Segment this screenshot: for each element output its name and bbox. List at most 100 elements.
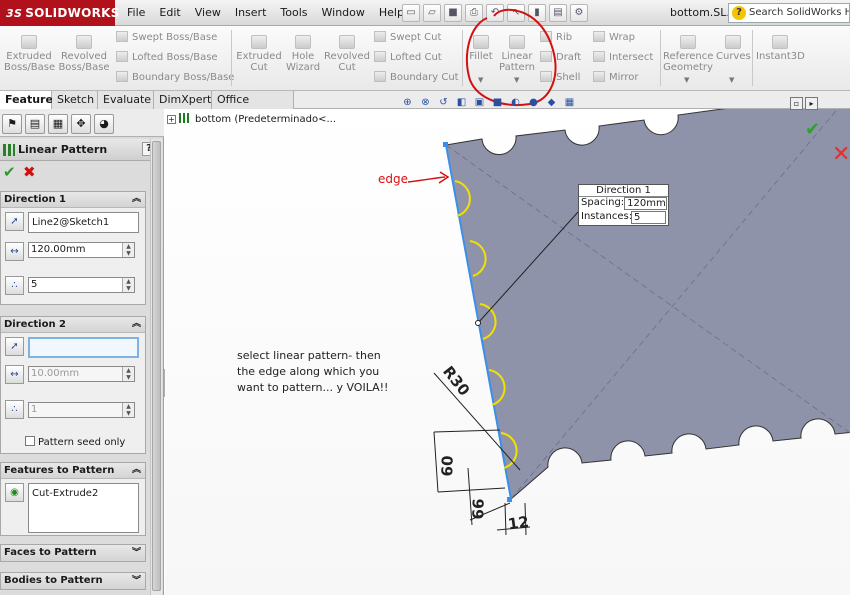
feature-tree-tab-icon[interactable]: ⚑ [2, 114, 22, 134]
pattern-dropdown-icon[interactable]: ▼ [514, 76, 519, 84]
menu-tools[interactable]: Tools [273, 0, 314, 26]
solidworks-logo[interactable]: 3S SOLIDWORKS [0, 0, 119, 26]
part-face[interactable] [445, 109, 850, 500]
collapse-chevron-icon[interactable]: ︽ [132, 463, 141, 478]
view-settings-icon[interactable]: ▦ [562, 95, 577, 110]
cancel-x-icon[interactable]: ✖ [23, 164, 39, 180]
revolved-boss-button[interactable]: Revolved Boss/Base [58, 35, 110, 73]
curves-dropdown-icon[interactable]: ▼ [729, 76, 734, 84]
menu-file[interactable]: File [120, 0, 152, 26]
shell-button[interactable]: Shell [540, 71, 580, 84]
options-gear-icon[interactable]: ⚙ [570, 4, 588, 22]
lofted-cut-button[interactable]: Lofted Cut [374, 51, 442, 64]
hole-wizard-button[interactable]: Hole Wizard [284, 35, 322, 73]
rib-button[interactable]: Rib [540, 31, 572, 44]
tab-evaluate[interactable]: Evaluate [98, 91, 154, 109]
undo-icon[interactable]: ↶ [486, 4, 504, 22]
spin-arrows-icon[interactable]: ▲ ▼ [122, 243, 134, 257]
configuration-tab-icon[interactable]: ▦ [48, 114, 68, 134]
reference-geometry-dropdown-icon[interactable]: ▼ [684, 76, 689, 84]
reference-geometry-button[interactable]: Reference Geometry [663, 35, 713, 73]
file-properties-icon[interactable]: ▤ [549, 4, 567, 22]
open-folder-icon[interactable]: ▱ [423, 4, 441, 22]
extruded-boss-button[interactable]: Extruded Boss/Base [4, 35, 55, 73]
fillet-dropdown-icon[interactable]: ▼ [478, 76, 483, 84]
curves-button[interactable]: Curves [716, 35, 751, 62]
tab-office-products[interactable]: Office Products [212, 91, 294, 123]
tab-dimxpert[interactable]: DimXpert [154, 91, 212, 109]
panel-scrollbar[interactable] [150, 139, 162, 595]
direction1-header[interactable]: Direction 1 ︽ [1, 192, 145, 208]
faces-to-pattern-header[interactable]: Faces to Pattern ︾ [0, 544, 146, 562]
intersect-button[interactable]: Intersect [593, 51, 653, 64]
rebuild-icon[interactable]: ▮ [528, 4, 546, 22]
direction1-edge-field[interactable]: Line2@Sketch1 [28, 212, 139, 233]
fillet-button[interactable]: Fillet [465, 35, 497, 62]
select-arrow-icon[interactable]: ↖ [507, 4, 525, 22]
lofted-boss-button[interactable]: Lofted Boss/Base [116, 51, 218, 64]
direction2-edge-field[interactable] [28, 337, 139, 358]
direction2-instances-field[interactable]: 1 ▲ ▼ [28, 402, 135, 418]
instant3d-button[interactable]: Instant3D [756, 35, 805, 62]
menu-edit[interactable]: Edit [152, 0, 187, 26]
feature-tree-root[interactable]: + bottom (Predeterminado<... [167, 113, 336, 125]
callout-spacing-value[interactable]: 120mm [624, 197, 667, 210]
property-manager-tab-icon[interactable]: ▤ [25, 114, 45, 134]
draft-button[interactable]: Draft [540, 51, 581, 64]
save-icon[interactable]: ■ [444, 4, 462, 22]
collapse-chevron-icon[interactable]: ︽ [132, 192, 141, 207]
mirror-button[interactable]: Mirror [593, 71, 638, 84]
spin-arrows-icon[interactable]: ▲ ▼ [122, 367, 134, 381]
reverse-direction-icon[interactable]: ➚ [5, 337, 24, 356]
tab-features[interactable]: Features [0, 91, 59, 109]
display-manager-tab-icon[interactable]: ◕ [94, 114, 114, 134]
apply-scene-icon[interactable]: ◆ [544, 95, 559, 110]
spin-arrows-icon[interactable]: ▲ ▼ [122, 403, 134, 417]
direction2-spacing-field[interactable]: 10.00mm ▲ ▼ [28, 366, 135, 382]
zoom-to-area-icon[interactable]: ⊗ [418, 95, 433, 110]
edit-appearance-icon[interactable]: ● [526, 95, 541, 110]
callout-instances-value[interactable]: 5 [631, 211, 666, 224]
zoom-to-fit-icon[interactable]: ⊕ [400, 95, 415, 110]
hide-show-items-icon[interactable]: ◐ [508, 95, 523, 110]
view-orientation-icon[interactable]: ▣ [472, 95, 487, 110]
expand-chevron-icon[interactable]: ︾ [132, 545, 141, 561]
menu-window[interactable]: Window [315, 0, 372, 26]
dimxpert-tab-icon[interactable]: ✥ [71, 114, 91, 134]
direction1-spacing-field[interactable]: 120.00mm ▲ ▼ [28, 242, 135, 258]
menu-view[interactable]: View [188, 0, 228, 26]
display-style-icon[interactable]: ■ [490, 95, 505, 110]
scrollbar-thumb[interactable] [152, 141, 161, 591]
search-box[interactable]: ? Search SolidWorks Hel [728, 3, 850, 23]
swept-cut-button[interactable]: Swept Cut [374, 31, 441, 44]
boundary-cut-button[interactable]: Boundary Cut [374, 71, 459, 84]
boundary-boss-button[interactable]: Boundary Boss/Base [116, 71, 234, 84]
expand-chevron-icon[interactable]: ︾ [132, 573, 141, 589]
bodies-to-pattern-header[interactable]: Bodies to Pattern ︾ [0, 572, 146, 590]
direction1-instances-field[interactable]: 5 ▲ ▼ [28, 277, 135, 293]
section-view-icon[interactable]: ◧ [454, 95, 469, 110]
restore-window-icon[interactable]: ▫ [790, 97, 803, 110]
new-document-icon[interactable]: ▭ [402, 4, 420, 22]
spin-arrows-icon[interactable]: ▲ ▼ [122, 278, 134, 292]
features-to-pattern-list[interactable]: Cut-Extrude2 [28, 483, 139, 533]
direction2-header[interactable]: Direction 2 ︽ [1, 317, 145, 333]
previous-view-icon[interactable]: ↺ [436, 95, 451, 110]
collapse-chevron-icon[interactable]: ︽ [132, 317, 141, 332]
reverse-direction-icon[interactable]: ➚ [5, 212, 24, 231]
maximize-window-icon[interactable]: ▸ [805, 97, 818, 110]
wrap-button[interactable]: Wrap [593, 31, 635, 44]
swept-boss-button[interactable]: Swept Boss/Base [116, 31, 217, 44]
confirm-corner-check-icon[interactable]: ✔ [805, 119, 820, 140]
extruded-cut-button[interactable]: Extruded Cut [236, 35, 282, 73]
pattern-seed-only-checkbox[interactable]: Pattern seed only [25, 436, 125, 448]
dimension-66[interactable]: 66 [469, 498, 488, 519]
tab-sketch[interactable]: Sketch [52, 91, 98, 109]
ok-check-icon[interactable]: ✔ [3, 164, 19, 180]
revolved-cut-button[interactable]: Revolved Cut [324, 35, 370, 73]
direction1-callout[interactable]: Direction 1 Spacing: 120mm Instances: 5 [578, 184, 669, 226]
dimension-12[interactable]: 12 [507, 513, 530, 534]
menu-insert[interactable]: Insert [228, 0, 274, 26]
print-icon[interactable]: ⎙ [465, 4, 483, 22]
features-to-pattern-header[interactable]: Features to Pattern ︽ [1, 463, 145, 479]
